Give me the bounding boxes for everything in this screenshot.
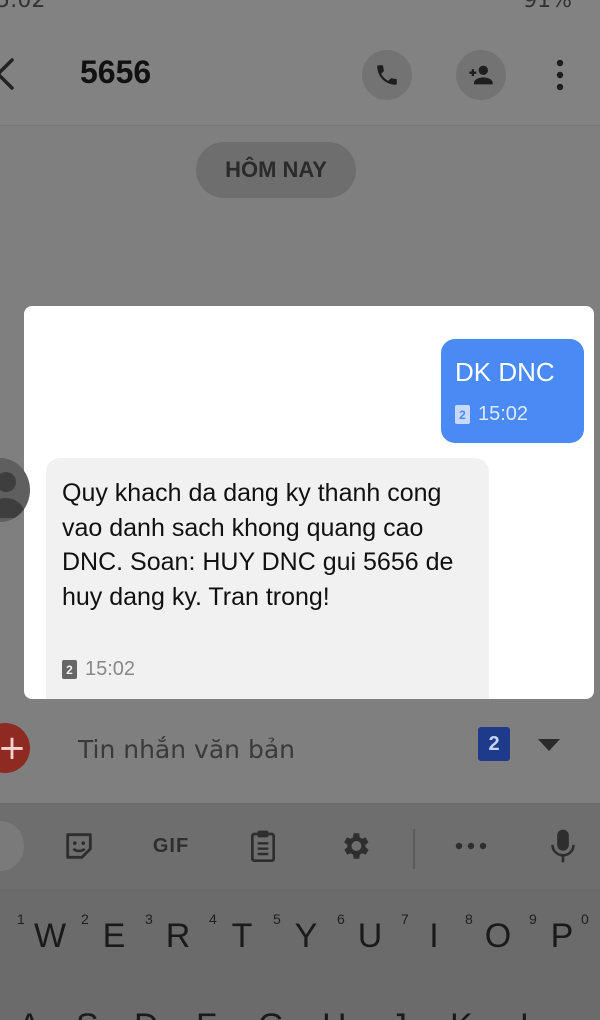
- gif-icon[interactable]: GIF: [148, 823, 194, 869]
- key-y[interactable]: 5 Y: [273, 911, 336, 971]
- keyboard-toolbar: GIF: [0, 803, 600, 889]
- date-divider: HÔM NAY: [196, 142, 356, 198]
- key-u[interactable]: 6 U: [337, 911, 400, 971]
- key-w[interactable]: 1 W: [17, 911, 80, 971]
- key-t[interactable]: 4 T: [209, 911, 272, 971]
- key-a[interactable]: A: [18, 1007, 41, 1020]
- attach-button[interactable]: +: [0, 723, 30, 773]
- gear-icon[interactable]: [332, 823, 378, 869]
- key-label: O: [484, 917, 512, 955]
- add-contact-icon: [469, 65, 493, 85]
- battery-level: 91%: [523, 0, 572, 13]
- plus-icon: +: [0, 728, 27, 768]
- call-button[interactable]: [362, 50, 412, 100]
- sim-selector[interactable]: 2: [478, 727, 510, 761]
- add-contact-button[interactable]: [456, 50, 506, 100]
- more-vertical-icon: [556, 59, 564, 91]
- status-bar: 5:02 91%: [0, 0, 600, 14]
- outgoing-message-bubble[interactable]: DK DNC 2 15:02: [441, 339, 584, 443]
- message-input[interactable]: [78, 729, 458, 769]
- key-label: Y: [294, 917, 318, 955]
- more-horizontal-icon[interactable]: [448, 823, 494, 869]
- gif-label: GIF: [152, 834, 190, 857]
- sticker-icon[interactable]: [56, 823, 102, 869]
- key-f[interactable]: F: [196, 1007, 217, 1020]
- key-j[interactable]: J: [390, 1007, 407, 1020]
- keyboard: 1 W 2 E 3 R 4 T 5 Y 6 U 7 I 8 O 9 P 0 A …: [0, 889, 600, 1020]
- key-r[interactable]: 3 R: [145, 911, 208, 971]
- chevron-down-icon[interactable]: [534, 735, 564, 755]
- key-label: U: [357, 917, 383, 955]
- back-arrow-icon[interactable]: [0, 54, 26, 94]
- message-time: 15:02: [85, 658, 136, 680]
- sim-card-icon: 2: [62, 660, 77, 679]
- key-o[interactable]: 8 O: [465, 911, 528, 971]
- status-time: 5:02: [0, 0, 46, 13]
- key-label: E: [102, 917, 126, 955]
- key-label: I: [429, 917, 439, 955]
- key-g[interactable]: G: [258, 1007, 284, 1020]
- key-i[interactable]: 7 I: [401, 911, 464, 971]
- message-meta: 2 15:02: [455, 403, 528, 426]
- toolbar-divider: [413, 829, 415, 869]
- message-text: Quy khach da dang ky thanh cong vao danh…: [62, 479, 454, 611]
- key-d[interactable]: D: [134, 1007, 159, 1020]
- compose-bar: + 2: [0, 699, 600, 803]
- message-text: DK DNC: [455, 357, 555, 387]
- incoming-message-bubble[interactable]: Quy khach da dang ky thanh cong vao danh…: [46, 458, 489, 699]
- message-meta: 2 15:02: [62, 658, 135, 681]
- key-label: W: [33, 917, 67, 955]
- key-s[interactable]: S: [76, 1007, 99, 1020]
- clipboard-icon[interactable]: [240, 823, 286, 869]
- key-l[interactable]: L: [520, 1007, 539, 1020]
- key-extra[interactable]: 0: [581, 911, 600, 971]
- key-h[interactable]: H: [322, 1007, 347, 1020]
- key-label: T: [231, 917, 253, 955]
- key-e[interactable]: 2 E: [81, 911, 144, 971]
- page-title: 5656: [80, 54, 152, 90]
- sim-card-icon: 2: [455, 405, 470, 424]
- key-hint: 0: [581, 911, 589, 927]
- phone-icon: [377, 65, 397, 85]
- microphone-icon[interactable]: [540, 823, 586, 869]
- key-k[interactable]: K: [450, 1007, 473, 1020]
- key-label: R: [165, 917, 191, 955]
- chevron-left-icon[interactable]: [0, 821, 24, 871]
- keyboard-row-2: A S D F G H J K L: [0, 1007, 600, 1020]
- app-bar: 5656: [0, 14, 600, 126]
- message-time: 15:02: [478, 403, 529, 425]
- more-options-button[interactable]: [540, 50, 580, 100]
